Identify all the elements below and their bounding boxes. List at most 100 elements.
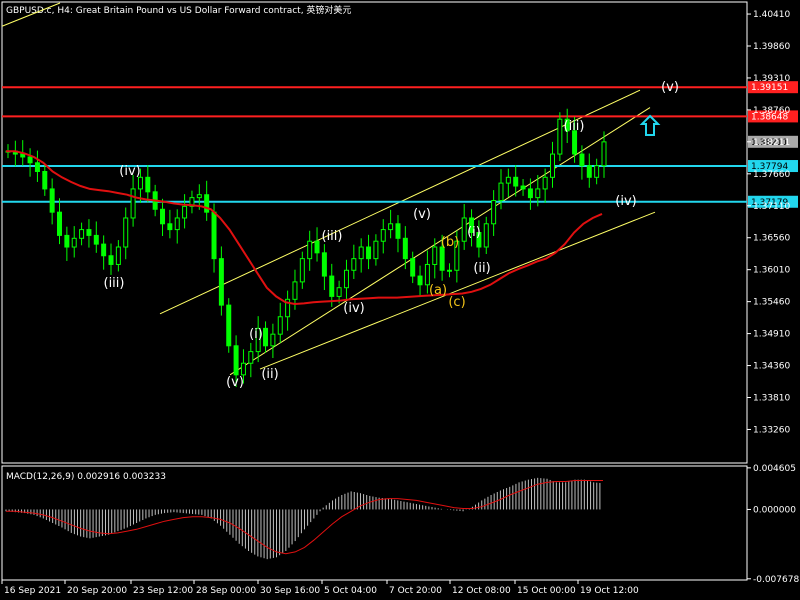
wave-label: (iv) [615,194,636,209]
price-tick-label: 1.33260 [753,425,790,435]
candle-body [601,141,607,167]
candle-body [572,130,578,155]
wave-label: (iv) [343,301,364,316]
macd-tick-label: -0.007678 [753,575,799,585]
candle-body [123,217,129,248]
candle-body [343,269,349,289]
candle-body [535,188,541,199]
price-tick-label: 1.37110 [753,202,790,212]
candle-body [233,345,239,376]
candle-body [505,176,511,184]
candle-body [483,223,489,248]
candle-body [218,258,224,306]
wave-label: (iii) [564,119,585,134]
candle-body [542,176,548,190]
candle-body [211,211,217,260]
candle-body [439,246,445,271]
price-tick-label: 1.39310 [753,74,790,84]
candle-body [160,208,166,225]
candle-body [388,223,394,231]
candle-body [299,258,305,283]
candle-body [358,246,364,260]
price-chart[interactable]: GBPUSD.c, H4: Great Britain Pound vs US … [0,0,800,600]
candle-body [432,246,438,265]
wave-label: (b) [441,235,459,250]
candle-body [108,255,114,265]
candle-body [594,165,600,178]
candle-body [366,246,372,260]
candle-body [226,304,232,347]
price-tick-label: 1.39860 [753,42,790,52]
macd-tick-label: 0.004605 [753,464,796,474]
candle-body [57,211,63,236]
candle-body [498,182,504,202]
price-tick-label: 1.36560 [753,234,790,244]
time-tick-label: 23 Sep 12:00 [133,586,193,596]
candle-body [549,153,555,178]
time-tick-label: 30 Sep 16:00 [260,586,320,596]
candle-body [402,237,408,260]
price-tick-label: 1.40410 [753,10,790,20]
time-tick-label: 7 Oct 20:00 [389,586,442,596]
candle-body [446,269,452,272]
candle-body [270,333,276,347]
candle-body [130,188,136,219]
candle-body [71,237,77,248]
candle-body [263,327,269,347]
price-tick-label: 1.35460 [753,298,790,308]
wave-label: (v) [413,207,431,222]
candle-body [42,170,48,190]
time-tick-label: 20 Sep 20:00 [67,586,127,596]
candle-body [204,194,210,213]
candle-body [424,263,430,286]
wave-label: (a) [429,283,447,298]
price-tick-label: 1.33810 [753,394,790,404]
candle-body [373,240,379,260]
candle-body [520,185,526,190]
macd-label: MACD(12,26,9) 0.002916 0.003233 [6,472,166,482]
candle-body [196,194,202,199]
candle-body [145,176,151,193]
time-tick-label: 5 Oct 04:00 [324,586,377,596]
chart-background [0,0,800,600]
candle-body [174,217,180,231]
candle-body [64,234,70,248]
candle-body [240,362,246,376]
price-tick-label: 1.36010 [753,266,790,276]
wave-label: (ii) [473,261,490,276]
candle-body [557,118,563,155]
wave-label: (i) [249,327,263,342]
candle-body [579,153,585,167]
time-tick-label: 16 Sep 2021 [4,586,61,596]
candle-body [86,229,92,236]
price-tick-label: 1.34910 [753,330,790,340]
candle-body [417,275,423,286]
wave-label: (c) [448,295,465,310]
candle-body [167,223,173,231]
candle-body [20,153,26,158]
candle-body [461,217,467,242]
time-tick-label: 28 Sep 00:00 [196,586,256,596]
candle-body [380,229,386,242]
wave-label: (iv) [119,164,140,179]
candle-body [395,223,401,239]
candle-body [182,205,188,219]
candle-body [513,176,519,187]
macd-tick-label: 0.000000 [753,505,796,515]
price-tick-label: 1.37660 [753,170,790,180]
candle-body [527,188,533,199]
time-tick-label: 12 Oct 08:00 [452,586,511,596]
time-tick-label: 15 Oct 00:00 [517,586,576,596]
candle-body [329,275,335,297]
level-price-label: 1.39151 [751,83,788,93]
candle-body [93,234,99,245]
candle-body [491,200,497,225]
candle-body [586,165,592,178]
candle-body [277,316,283,335]
symbol-title: GBPUSD.c, H4: Great Britain Pound vs US … [6,4,351,16]
price-tick-label: 1.34360 [753,362,790,372]
wave-label: (i) [467,225,481,240]
time-tick-label: 19 Oct 12:00 [580,586,639,596]
candle-body [336,287,342,297]
candle-body [351,258,357,271]
